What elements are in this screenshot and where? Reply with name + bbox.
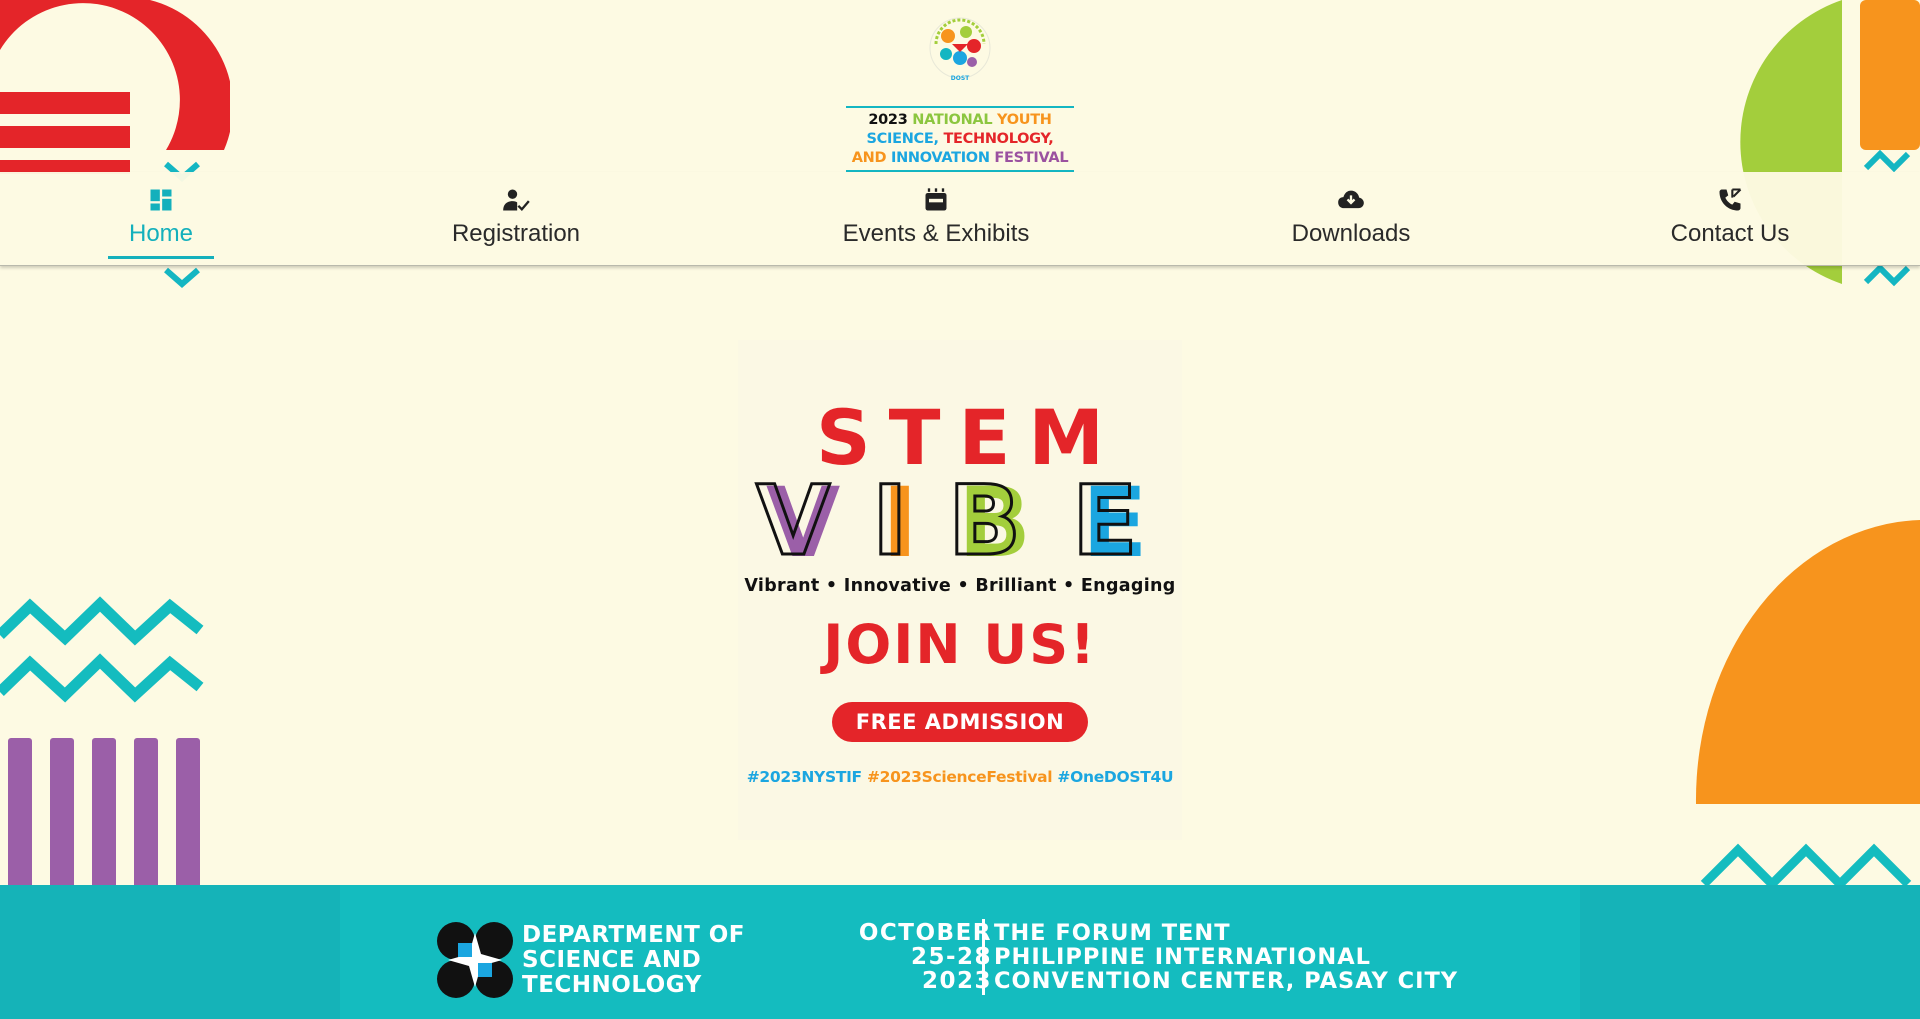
- decor-orange-semicircle: [1695, 520, 1920, 804]
- vibe-letter-i: I: [872, 470, 908, 570]
- decor-purple-stripes: [8, 738, 200, 888]
- theater-icon: [925, 188, 947, 211]
- festival-emblem-icon: DOST: [929, 17, 991, 82]
- festival-title-word: SCIENCE,: [866, 131, 944, 147]
- event-date: OCTOBER 25-28 2023: [760, 921, 992, 993]
- hashtag[interactable]: #2023NYSTIF: [747, 768, 867, 786]
- nav-item-contact[interactable]: Contact Us: [1666, 172, 1794, 266]
- nav-label-downloads: Downloads: [1291, 220, 1411, 247]
- decor-teal-zigzag-right: [1700, 843, 1912, 888]
- nav-item-downloads[interactable]: Downloads: [1280, 172, 1422, 266]
- poster-vibe-heading: V V I I B B E E: [755, 470, 1148, 570]
- event-venue: THE FORUM TENT PHILIPPINE INTERNATIONAL …: [994, 921, 1458, 993]
- nav-active-indicator: [108, 256, 214, 259]
- decor-red-arc: [0, 0, 230, 174]
- festival-title-word: TECHNOLOGY,: [943, 131, 1054, 147]
- nav-item-events[interactable]: Events & Exhibits: [830, 172, 1042, 266]
- festival-title-word: 2023: [868, 112, 913, 128]
- event-footer-inner: DEPARTMENT OF SCIENCE AND TECHNOLOGY OCT…: [340, 885, 1580, 1019]
- decor-teal-zigzag-left: [0, 596, 204, 703]
- nav-item-registration[interactable]: Registration: [440, 172, 592, 266]
- hashtag[interactable]: #OneDOST4U: [1057, 768, 1173, 786]
- nav-label-events: Events & Exhibits: [842, 220, 1030, 247]
- main-nav: Home Registration Events & Exhibits Down…: [0, 172, 1920, 266]
- nav-label-home: Home: [128, 220, 194, 247]
- vibe-letter-v: V: [756, 470, 830, 570]
- festival-title-word: INNOVATION: [890, 150, 995, 166]
- vibe-letter-e: E: [1072, 470, 1138, 570]
- festival-logo[interactable]: DOST 2023 NATIONAL YOUTH SCIENCE, TECHNO…: [846, 14, 1074, 172]
- event-date-line: 25-28: [910, 944, 992, 970]
- nav-label-contact: Contact Us: [1670, 220, 1790, 247]
- dost-name: DEPARTMENT OF SCIENCE AND TECHNOLOGY: [522, 923, 745, 998]
- festival-title-word: YOUTH: [997, 112, 1052, 128]
- dost-logo-icon: [437, 922, 513, 998]
- hashtag[interactable]: #2023ScienceFestival: [867, 768, 1057, 786]
- stem-vibe-poster: STEM V V I I B B E E Vibrant • Innovativ…: [738, 340, 1182, 840]
- emblem-label: DOST: [951, 75, 970, 82]
- festival-title-word: AND: [851, 150, 891, 166]
- festival-title-line3: AND INNOVATION FESTIVAL: [846, 149, 1074, 168]
- nav-item-home[interactable]: Home: [108, 172, 214, 266]
- festival-title-word: NATIONAL: [912, 112, 998, 128]
- festival-title-line1: 2023 NATIONAL YOUTH: [846, 111, 1074, 130]
- dost-name-line: TECHNOLOGY: [522, 972, 702, 998]
- free-admission-button[interactable]: FREE ADMISSION: [832, 702, 1088, 742]
- poster-hashtags: #2023NYSTIF #2023ScienceFestival #OneDOS…: [738, 768, 1182, 786]
- nav-label-registration: Registration: [451, 220, 581, 247]
- dost-name-line: DEPARTMENT OF: [522, 922, 746, 948]
- event-date-line: OCTOBER: [858, 920, 992, 946]
- dashboard-icon: [150, 189, 172, 211]
- cloud-download-icon: [1338, 190, 1364, 209]
- vibe-letter-b: B: [948, 470, 1021, 570]
- event-venue-line: CONVENTION CENTER, PASAY CITY: [994, 968, 1459, 994]
- poster-tagline: Vibrant • Innovative • Brilliant • Engag…: [744, 576, 1176, 596]
- poster-join-heading: JOIN US!: [823, 613, 1097, 676]
- dost-name-line: SCIENCE AND: [522, 947, 702, 973]
- event-venue-line: THE FORUM TENT: [994, 920, 1231, 946]
- event-footer-banner: DEPARTMENT OF SCIENCE AND TECHNOLOGY OCT…: [0, 885, 1920, 1019]
- poster-stem-heading: STEM: [815, 393, 1123, 482]
- festival-title-line2: SCIENCE, TECHNOLOGY,: [846, 130, 1074, 149]
- phone-icon: [1719, 188, 1742, 211]
- festival-title: 2023 NATIONAL YOUTH SCIENCE, TECHNOLOGY,…: [846, 106, 1074, 172]
- event-date-line: 2023: [921, 968, 992, 994]
- festival-title-word: FESTIVAL: [994, 150, 1069, 166]
- event-divider: [982, 919, 985, 995]
- event-venue-line: PHILIPPINE INTERNATIONAL: [994, 944, 1371, 970]
- user-check-icon: [503, 189, 530, 212]
